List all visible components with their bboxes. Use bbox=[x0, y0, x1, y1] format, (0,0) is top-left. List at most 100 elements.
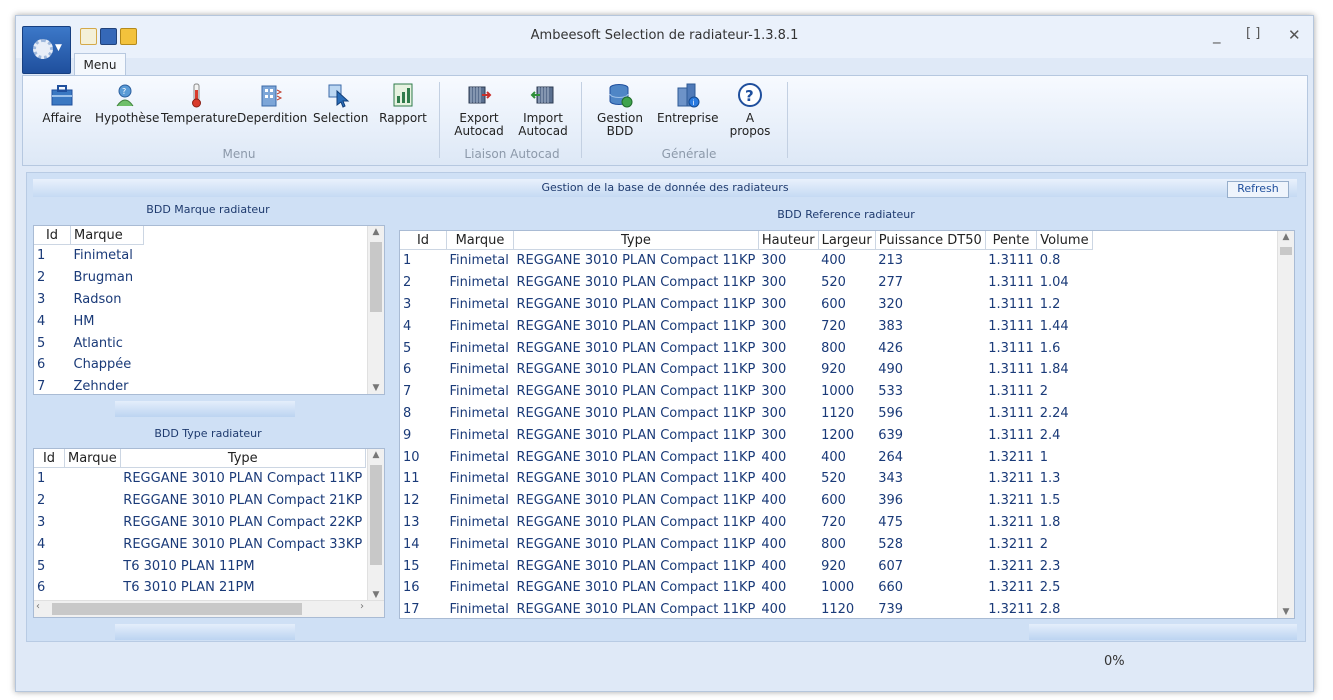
table-row[interactable]: 3 Radson bbox=[34, 289, 144, 311]
table-cell[interactable]: 1.6 bbox=[1037, 337, 1092, 359]
scrollbar-thumb[interactable] bbox=[52, 603, 302, 615]
table-cell[interactable]: 2 bbox=[1037, 533, 1092, 555]
save-icon[interactable] bbox=[100, 28, 117, 45]
table-row[interactable]: 1 Finimetal bbox=[34, 245, 144, 267]
table-cell[interactable]: 2.24 bbox=[1037, 403, 1092, 425]
table-cell[interactable]: Finimetal bbox=[447, 446, 514, 468]
table-cell[interactable]: 12 bbox=[400, 490, 447, 512]
table-cell[interactable]: REGGANE 3010 PLAN Compact 11KP bbox=[514, 446, 759, 468]
maximize-button[interactable]: [ ] bbox=[1246, 26, 1260, 41]
scroll-up-icon[interactable]: ▲ bbox=[368, 227, 384, 237]
a-propos-button[interactable]: ? A propos bbox=[727, 82, 773, 138]
table-cell[interactable]: 8 bbox=[400, 403, 447, 425]
table-cell[interactable]: 5 bbox=[34, 332, 71, 354]
splitter-bar[interactable] bbox=[115, 624, 295, 640]
type-vertical-scrollbar[interactable]: ▲ ▼ bbox=[367, 449, 384, 601]
table-row[interactable]: 15 Finimetal REGGANE 3010 PLAN Compact 11K… bbox=[400, 555, 1092, 577]
table-cell[interactable]: 320 bbox=[875, 294, 985, 316]
table-cell[interactable]: 400 bbox=[758, 490, 818, 512]
table-cell[interactable]: 10 bbox=[400, 446, 447, 468]
table-cell[interactable]: 920 bbox=[818, 359, 875, 381]
table-cell[interactable]: 1.3211 bbox=[985, 446, 1037, 468]
table-cell[interactable]: 400 bbox=[758, 555, 818, 577]
table-cell[interactable]: REGGANE 3010 PLAN Compact 11KP bbox=[514, 381, 759, 403]
table-cell[interactable]: 1000 bbox=[818, 381, 875, 403]
table-cell[interactable]: Finimetal bbox=[447, 403, 514, 425]
table-cell[interactable]: 396 bbox=[875, 490, 985, 512]
table-cell[interactable]: 3 bbox=[34, 512, 65, 534]
import-autocad-button[interactable]: Import Autocad bbox=[515, 82, 571, 138]
table-cell[interactable]: T6 3010 PLAN 11PM bbox=[120, 555, 365, 577]
table-cell[interactable]: 300 bbox=[758, 294, 818, 316]
table-row[interactable]: 7 Finimetal REGGANE 3010 PLAN Compact 11KP… bbox=[400, 381, 1092, 403]
table-cell[interactable]: Chappée bbox=[71, 354, 144, 376]
table-cell[interactable] bbox=[65, 577, 121, 599]
minimize-button[interactable]: _ bbox=[1213, 26, 1221, 44]
table-cell[interactable]: 1 bbox=[1037, 446, 1092, 468]
table-cell[interactable]: REGGANE 3010 PLAN Compact 11KP bbox=[514, 337, 759, 359]
deperdition-button[interactable]: Deperdition bbox=[237, 82, 307, 125]
table-cell[interactable]: REGGANE 3010 PLAN Compact 22KP bbox=[120, 512, 365, 534]
table-cell[interactable]: 5 bbox=[400, 337, 447, 359]
table-cell[interactable]: Finimetal bbox=[447, 272, 514, 294]
table-cell[interactable]: HM bbox=[71, 310, 144, 332]
table-row[interactable]: 2 Brugman bbox=[34, 267, 144, 289]
table-cell[interactable]: 660 bbox=[875, 577, 985, 599]
table-cell[interactable]: 14 bbox=[400, 533, 447, 555]
table-cell[interactable]: T6 3010 PLAN 21PM bbox=[120, 577, 365, 599]
table-cell[interactable]: REGGANE 3010 PLAN Compact 11KP bbox=[514, 424, 759, 446]
column-header-puissance[interactable]: Puissance DT50 bbox=[875, 231, 986, 250]
table-cell[interactable]: 720 bbox=[818, 315, 875, 337]
table-row[interactable]: 11 Finimetal REGGANE 3010 PLAN Compact 11K… bbox=[400, 468, 1092, 490]
temperature-button[interactable]: Temperature bbox=[161, 82, 237, 125]
type-horizontal-scrollbar[interactable]: ‹ › bbox=[34, 600, 384, 617]
table-cell[interactable]: 9 bbox=[400, 424, 447, 446]
export-autocad-button[interactable]: Export Autocad bbox=[451, 82, 507, 138]
table-cell[interactable]: 1.3111 bbox=[985, 337, 1037, 359]
table-cell[interactable]: 4 bbox=[400, 315, 447, 337]
selection-button[interactable]: Selection bbox=[313, 82, 368, 125]
table-cell[interactable]: 17 bbox=[400, 599, 447, 618]
table-cell[interactable]: Brugman bbox=[71, 267, 144, 289]
table-cell[interactable]: 4 bbox=[34, 310, 71, 332]
table-cell[interactable]: 400 bbox=[758, 446, 818, 468]
table-row[interactable]: 3 Finimetal REGGANE 3010 PLAN Compact 11KP… bbox=[400, 294, 1092, 316]
table-cell[interactable]: 400 bbox=[818, 250, 875, 272]
table-cell[interactable]: 15 bbox=[400, 555, 447, 577]
table-row[interactable]: 12 Finimetal REGGANE 3010 PLAN Compact 11K… bbox=[400, 490, 1092, 512]
table-cell[interactable]: 2.3 bbox=[1037, 555, 1092, 577]
table-cell[interactable]: 300 bbox=[758, 337, 818, 359]
table-cell[interactable]: 1.3111 bbox=[985, 272, 1037, 294]
table-row[interactable]: 16 Finimetal REGGANE 3010 PLAN Compact 11K… bbox=[400, 577, 1092, 599]
table-cell[interactable]: 6 bbox=[34, 577, 65, 599]
table-cell[interactable]: Finimetal bbox=[447, 359, 514, 381]
table-cell[interactable]: 920 bbox=[818, 555, 875, 577]
scroll-up-icon[interactable]: ▲ bbox=[368, 450, 384, 460]
table-cell[interactable]: 400 bbox=[758, 512, 818, 534]
table-cell[interactable]: REGGANE 3010 PLAN Compact 11KP bbox=[514, 359, 759, 381]
scroll-down-icon[interactable]: ▼ bbox=[1278, 607, 1294, 617]
table-cell[interactable]: Finimetal bbox=[447, 512, 514, 534]
table-cell[interactable]: 528 bbox=[875, 533, 985, 555]
table-cell[interactable]: 5 bbox=[34, 555, 65, 577]
table-cell[interactable]: 400 bbox=[818, 446, 875, 468]
table-cell[interactable]: 1200 bbox=[818, 424, 875, 446]
table-row[interactable]: 7 Zehnder bbox=[34, 376, 144, 394]
table-cell[interactable]: Finimetal bbox=[447, 533, 514, 555]
table-cell[interactable]: Finimetal bbox=[447, 315, 514, 337]
table-cell[interactable]: 7 bbox=[400, 381, 447, 403]
table-cell[interactable]: Finimetal bbox=[447, 424, 514, 446]
table-cell[interactable]: REGGANE 3010 PLAN Compact 11KP bbox=[514, 468, 759, 490]
table-row[interactable]: 4 REGGANE 3010 PLAN Compact 33KP bbox=[34, 533, 365, 555]
table-cell[interactable]: 1.8 bbox=[1037, 512, 1092, 534]
scrollbar-thumb[interactable] bbox=[370, 242, 382, 312]
table-row[interactable]: 2 Finimetal REGGANE 3010 PLAN Compact 11KP… bbox=[400, 272, 1092, 294]
table-cell[interactable]: Finimetal bbox=[447, 294, 514, 316]
table-cell[interactable]: 1.3111 bbox=[985, 403, 1037, 425]
table-row[interactable]: 6 Chappée bbox=[34, 354, 144, 376]
table-cell[interactable] bbox=[65, 490, 121, 512]
table-cell[interactable]: 1 bbox=[34, 245, 71, 267]
table-cell[interactable]: REGGANE 3010 PLAN Compact 11KP bbox=[514, 533, 759, 555]
scrollbar-thumb[interactable] bbox=[370, 465, 382, 565]
table-cell[interactable]: 800 bbox=[818, 337, 875, 359]
